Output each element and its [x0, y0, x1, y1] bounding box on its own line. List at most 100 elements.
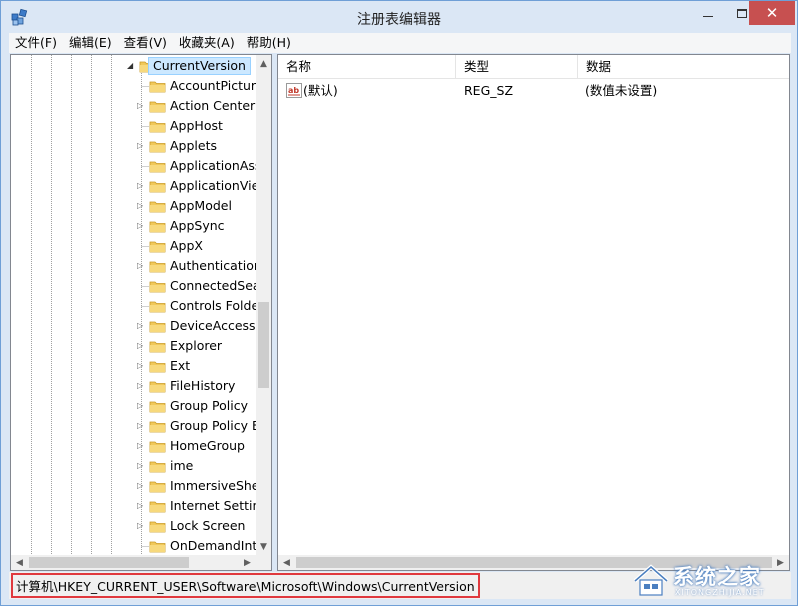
expand-arrow-icon[interactable]: ▷	[137, 521, 145, 530]
tree-item[interactable]: Controls Folde	[11, 296, 256, 316]
folder-icon	[149, 481, 166, 493]
close-icon: ✕	[765, 4, 779, 22]
scroll-corner	[256, 555, 271, 570]
tree-item-label: AppModel	[170, 198, 232, 213]
folder-icon	[149, 461, 166, 473]
expand-arrow-icon[interactable]: ▷	[137, 341, 145, 350]
title-bar[interactable]: 注册表编辑器 ✕	[1, 1, 797, 33]
tree-item[interactable]: ▷ Group Policy	[11, 396, 256, 416]
tree-item[interactable]: ▷ FileHistory	[11, 376, 256, 396]
value-type: REG_SZ	[464, 83, 514, 98]
key-tree-pane[interactable]: ◢ CurrentVersion AccountPicture ▷ Action C…	[10, 54, 272, 571]
tree-item[interactable]: ▷ Lock Screen	[11, 516, 256, 536]
tree-item[interactable]: ▷ DeviceAccess	[11, 316, 256, 336]
folder-icon	[149, 301, 166, 313]
tree-item[interactable]: AppHost	[11, 116, 256, 136]
tree-item-label: HomeGroup	[170, 438, 245, 453]
scroll-right-arrow-icon[interactable]: ▶	[239, 555, 256, 570]
column-name-header[interactable]: 名称	[278, 55, 456, 79]
folder-icon	[149, 241, 166, 253]
watermark-text: 系统之家	[673, 565, 761, 589]
expand-arrow-icon[interactable]: ▷	[137, 441, 145, 450]
tree-item[interactable]: ▷ ImmersiveShel	[11, 476, 256, 496]
scroll-thumb[interactable]	[258, 302, 269, 388]
folder-icon	[149, 501, 166, 513]
tree-item[interactable]: ConnectedSear	[11, 276, 256, 296]
expand-arrow-icon[interactable]: ▷	[137, 481, 145, 490]
expand-arrow-icon[interactable]: ▷	[137, 461, 145, 470]
folder-icon	[149, 181, 166, 193]
scroll-up-arrow-icon[interactable]: ▲	[256, 55, 271, 72]
tree-item[interactable]: ▷ Internet Setting	[11, 496, 256, 516]
value-row-default[interactable]: ab (默认) REG_SZ (数值未设置)	[278, 81, 789, 101]
folder-icon	[149, 201, 166, 213]
tree-item[interactable]: ▷ HomeGroup	[11, 436, 256, 456]
expand-arrow-icon[interactable]: ▷	[137, 381, 145, 390]
folder-icon	[149, 341, 166, 353]
expand-arrow-icon[interactable]: ▷	[137, 321, 145, 330]
collapse-arrow-icon[interactable]: ◢	[127, 61, 135, 70]
tree-item[interactable]: ▷ AppSync	[11, 216, 256, 236]
menu-favorites[interactable]: 收藏夹(A)	[173, 33, 241, 53]
expand-arrow-icon[interactable]: ▷	[137, 101, 145, 110]
value-data: (数值未设置)	[585, 83, 658, 98]
folder-icon	[149, 441, 166, 453]
tree-item[interactable]: ▷ Group Policy E	[11, 416, 256, 436]
expand-arrow-icon[interactable]: ▷	[137, 421, 145, 430]
menu-view[interactable]: 查看(V)	[118, 33, 173, 53]
expand-arrow-icon[interactable]: ▷	[137, 261, 145, 270]
expand-arrow-icon[interactable]: ▷	[137, 181, 145, 190]
scroll-down-arrow-icon[interactable]: ▼	[256, 538, 271, 555]
expand-arrow-icon[interactable]: ▷	[137, 501, 145, 510]
string-value-icon: ab	[286, 83, 302, 98]
tree-item-label: ImmersiveShel	[170, 478, 256, 493]
tree-item[interactable]: ApplicationAss	[11, 156, 256, 176]
column-data-header[interactable]: 数据	[578, 55, 789, 79]
menu-file[interactable]: 文件(F)	[9, 33, 63, 53]
menu-help[interactable]: 帮助(H)	[241, 33, 297, 53]
expand-arrow-icon[interactable]: ▷	[137, 401, 145, 410]
tree-item-label: ime	[170, 458, 194, 473]
folder-icon	[149, 281, 166, 293]
tree-item[interactable]: ▷ ime	[11, 456, 256, 476]
folder-icon	[149, 321, 166, 333]
column-type-header[interactable]: 类型	[456, 55, 578, 79]
menu-edit[interactable]: 编辑(E)	[63, 33, 118, 53]
house-logo-icon	[633, 564, 669, 596]
tree-item-currentversion[interactable]: ◢ CurrentVersion	[11, 56, 256, 76]
tree-item[interactable]: ▷ Applets	[11, 136, 256, 156]
tree-item[interactable]: AppX	[11, 236, 256, 256]
tree-horizontal-scrollbar[interactable]: ◀ ▶	[11, 555, 256, 570]
tree-item[interactable]: OnDemandInte	[11, 536, 256, 556]
folder-icon	[149, 81, 166, 93]
tree-item-label: ApplicationAss	[170, 158, 256, 173]
tree-item-label: CurrentVersion	[148, 57, 251, 75]
expand-arrow-icon[interactable]: ▷	[137, 221, 145, 230]
tree-item[interactable]: ▷ Authentication	[11, 256, 256, 276]
expand-arrow-icon[interactable]: ▷	[137, 361, 145, 370]
watermark-subtext: XITONGZHIJIA.NET	[675, 588, 765, 597]
folder-icon	[149, 261, 166, 273]
tree-vertical-scrollbar[interactable]: ▲ ▼	[256, 55, 271, 555]
tree-item-label: Group Policy	[170, 398, 248, 413]
tree-item-label: Applets	[170, 138, 217, 153]
expand-arrow-icon[interactable]: ▷	[137, 201, 145, 210]
registry-editor-window: 注册表编辑器 ✕ 文件(F) 编辑(E) 查看(V) 收藏夹(A) 帮助(H) …	[0, 0, 798, 606]
folder-icon	[149, 161, 166, 173]
tree-item-label: Action Center	[170, 98, 256, 113]
scroll-thumb[interactable]	[29, 557, 189, 568]
tree-item-label: AccountPicture	[170, 78, 256, 93]
tree-item[interactable]: ▷ Explorer	[11, 336, 256, 356]
close-button[interactable]: ✕	[749, 1, 795, 25]
tree-item[interactable]: AccountPicture	[11, 76, 256, 96]
window-title: 注册表编辑器	[357, 12, 441, 28]
tree-item[interactable]: ▷ Action Center	[11, 96, 256, 116]
tree-item[interactable]: ▷ AppModel	[11, 196, 256, 216]
expand-arrow-icon[interactable]: ▷	[137, 141, 145, 150]
scroll-left-arrow-icon[interactable]: ◀	[11, 555, 28, 570]
minimize-button[interactable]	[691, 1, 725, 25]
values-pane[interactable]: 名称 类型 数据 ab (默认) REG_SZ (数值未设置) ◀ ▶	[277, 54, 790, 571]
tree-item[interactable]: ▷ Ext	[11, 356, 256, 376]
scroll-left-arrow-icon[interactable]: ◀	[278, 555, 295, 570]
tree-item[interactable]: ▷ ApplicationView	[11, 176, 256, 196]
